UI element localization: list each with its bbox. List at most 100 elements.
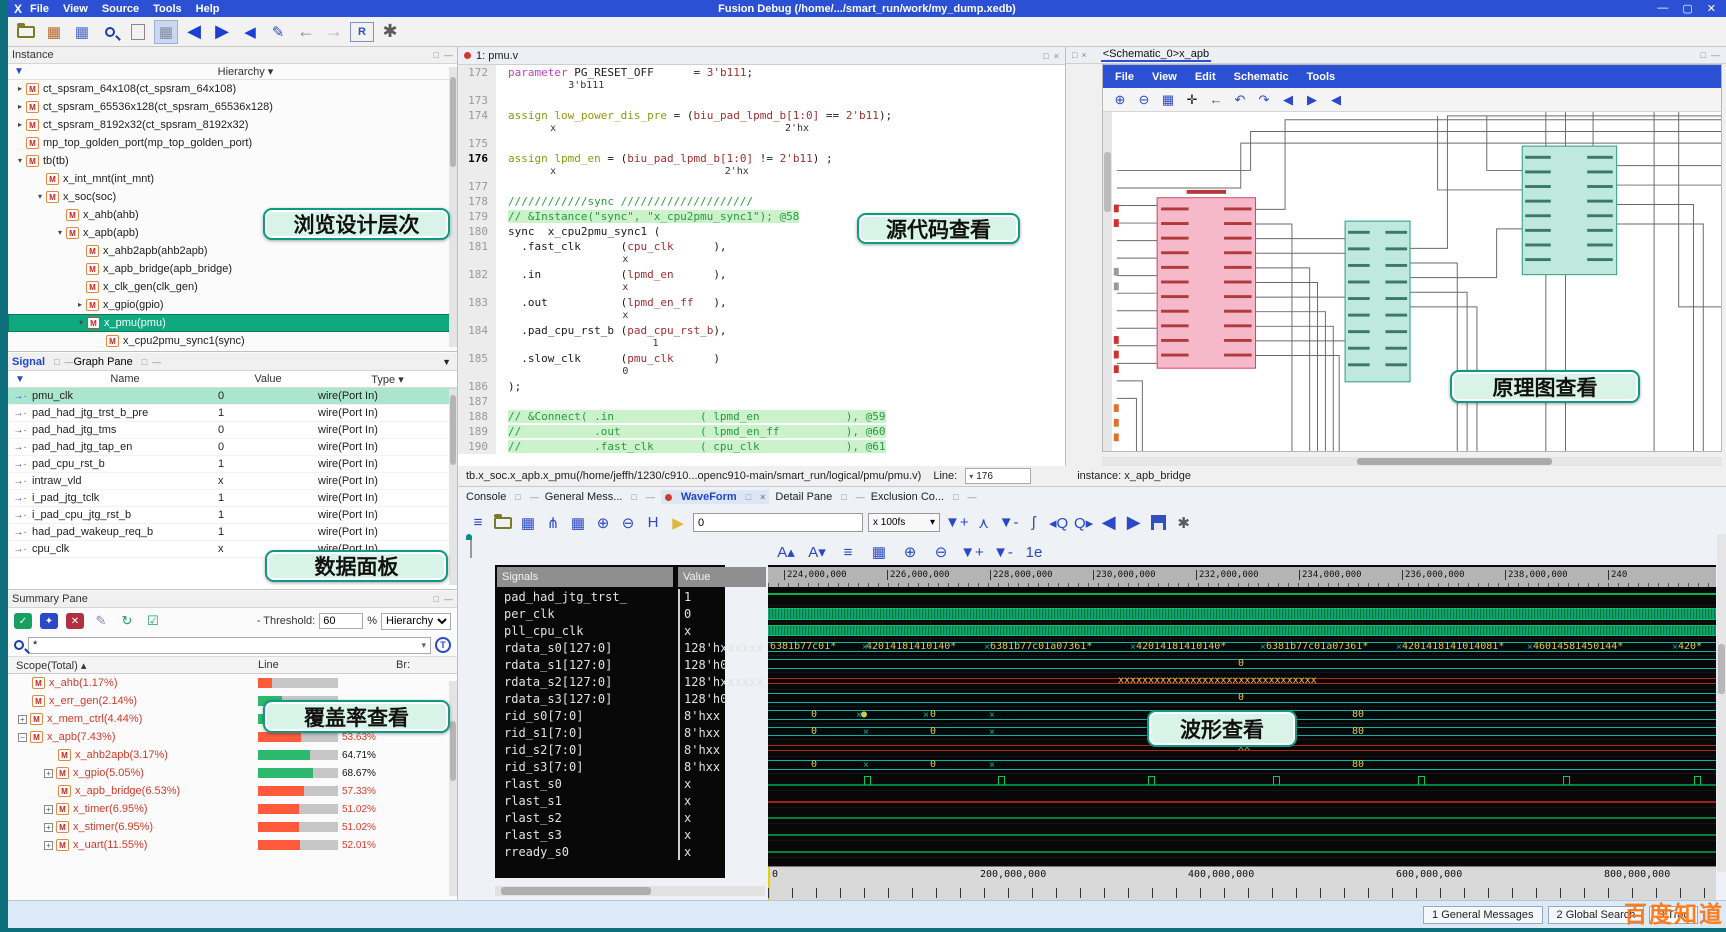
wave-signal-name-rdata_s2[127:0][interactable]: rdata_s2[127:0]: [500, 674, 672, 691]
menu-tools[interactable]: Tools: [153, 3, 182, 15]
popout-icon[interactable]: □: [434, 50, 439, 60]
open-folder-icon[interactable]: [493, 513, 513, 533]
wave-trace-rlast_s1[interactable]: [768, 791, 1716, 808]
cursor-icon[interactable]: ▶: [668, 513, 688, 533]
signal-row-pad_had_jtg_tap_en[interactable]: →· pad_had_jtg_tap_en 0 wire(Port In): [8, 439, 457, 456]
tree-row-ct_spsram_8192x32[interactable]: ▸ Mct_spsram_8192x32(ct_spsram_8192x32): [8, 116, 457, 134]
filter-icon[interactable]: ▼: [8, 374, 32, 385]
search-next-icon[interactable]: Q▸: [1074, 513, 1094, 533]
collapse-icon[interactable]: ▼: [442, 357, 451, 367]
tree-row-x_gpio[interactable]: ▸ Mx_gpio(gpio): [8, 296, 457, 314]
coverage-search-input[interactable]: * ▾: [28, 636, 431, 654]
trace-driver-icon[interactable]: ◀: [1279, 91, 1297, 109]
tree-row-x_ahb2apb[interactable]: Mx_ahb2apb(ahb2apb): [8, 242, 457, 260]
brush-icon[interactable]: ✎: [92, 613, 110, 629]
wave-signal-name-rid_s1[7:0][interactable]: rid_s1[7:0]: [500, 725, 672, 742]
zoom-fit-icon[interactable]: H: [643, 513, 663, 533]
hierarchy-icon[interactable]: ⋔: [543, 513, 563, 533]
signal-row-intraw_vld[interactable]: →· intraw_vld x wire(Port In): [8, 473, 457, 490]
schematic-menu-tools[interactable]: Tools: [1307, 71, 1336, 83]
menu-icon[interactable]: ≡: [468, 513, 488, 533]
popout-icon[interactable]: □: [841, 492, 846, 502]
minimize-panel-icon[interactable]: —: [530, 492, 539, 502]
wave-signal-name-rready_s0[interactable]: rready_s0: [500, 843, 672, 860]
expand-icon[interactable]: +: [18, 714, 27, 724]
ratio-icon[interactable]: ▦: [518, 513, 538, 533]
trace-back-icon[interactable]: ◀: [1327, 91, 1345, 109]
line-column-header[interactable]: Line: [258, 659, 396, 671]
popout-icon[interactable]: □: [1701, 50, 1706, 60]
tab-exclusion-co-[interactable]: Exclusion Co... □ —: [871, 491, 977, 503]
expand-icon[interactable]: +: [44, 804, 53, 814]
menu-icon[interactable]: ≡: [836, 540, 860, 564]
name-column-header[interactable]: Name: [32, 373, 218, 385]
zoom-in-icon[interactable]: ⊕: [593, 513, 613, 533]
nav-forward-icon[interactable]: →: [322, 20, 346, 44]
expander-icon[interactable]: ▸: [14, 116, 26, 134]
close-tab-icon[interactable]: ×: [1054, 51, 1059, 61]
tab-console[interactable]: Console □ —: [466, 491, 539, 503]
tab-graph-pane[interactable]: Graph Pane: [73, 356, 132, 368]
menu-source[interactable]: Source: [102, 3, 139, 15]
threshold-input[interactable]: [319, 613, 364, 629]
wave-signal-name-rlast_s0[interactable]: rlast_s0: [500, 775, 672, 792]
coverage-row-x_stimer[interactable]: + Mx_stimer(6.95%) 51.02%: [8, 818, 457, 836]
zoom-fit-icon[interactable]: ▦: [1159, 91, 1177, 109]
coverage-row-x_apb_bridge[interactable]: Mx_apb_bridge(6.53%) 57.33%: [8, 782, 457, 800]
line-number-combo[interactable]: ▾ 176: [965, 468, 1032, 484]
settings-gear-icon[interactable]: ✱: [1174, 513, 1194, 533]
exp-icon[interactable]: 1e: [1022, 540, 1046, 564]
expander-icon[interactable]: ▸: [14, 98, 26, 116]
signal-scrollbar[interactable]: [449, 389, 457, 585]
font-smaller-icon[interactable]: A▾: [805, 540, 829, 564]
collapse-icon[interactable]: –: [18, 732, 27, 742]
schematic-hscrollbar[interactable]: [1102, 457, 1722, 466]
signal-row-pad_had_jtg_tms[interactable]: →· pad_had_jtg_tms 0 wire(Port In): [8, 422, 457, 439]
tree-row-ct_spsram_65536x128[interactable]: ▸ Mct_spsram_65536x128(ct_spsram_65536x12…: [8, 98, 457, 116]
expander-icon[interactable]: ▾: [54, 224, 66, 242]
popout-icon[interactable]: □: [746, 492, 751, 502]
wave-trace-rlast_s2[interactable]: [768, 808, 1716, 825]
zoom-out-icon[interactable]: ⊖: [618, 513, 638, 533]
expander-icon[interactable]: ▾: [34, 188, 46, 206]
signal-row-i_pad_cpu_jtg_rst_b[interactable]: →· i_pad_cpu_jtg_rst_b 1 wire(Port In): [8, 507, 457, 524]
edit-check-icon[interactable]: ☑: [144, 613, 162, 629]
schematic-menu-file[interactable]: File: [1115, 71, 1134, 83]
wave-signal-name-rlast_s1[interactable]: rlast_s1: [500, 792, 672, 809]
minimize-panel-icon[interactable]: —: [1711, 50, 1720, 60]
wave-trace-pad_had_jtg_trst_[interactable]: [768, 589, 1716, 606]
zoom-out-icon[interactable]: ⊖: [1135, 91, 1153, 109]
waveform-vscrollbar[interactable]: [1717, 534, 1726, 872]
trace-driver-icon[interactable]: ◀: [1099, 512, 1119, 533]
search-icon[interactable]: [98, 20, 122, 44]
trace-load-icon[interactable]: ▶: [1303, 91, 1321, 109]
trace-back-icon[interactable]: ◀: [238, 20, 262, 44]
nav-back-icon[interactable]: ←: [294, 20, 318, 44]
expand-icon[interactable]: +: [44, 768, 53, 778]
trace-load-icon[interactable]: ▶: [210, 20, 234, 44]
wave-signal-name-pll_cpu_clk[interactable]: pll_cpu_clk: [500, 623, 672, 640]
filter-add-icon[interactable]: ▼+: [945, 513, 969, 533]
text-filter-icon[interactable]: T: [435, 637, 451, 653]
signals-column-header[interactable]: Signals: [497, 567, 673, 587]
minimize-panel-icon[interactable]: —: [968, 492, 977, 502]
type-column-header[interactable]: Type ▾: [318, 373, 457, 386]
wave-signal-name-rid_s3[7:0][interactable]: rid_s3[7:0]: [500, 758, 672, 775]
tree-row-mp_top_golden_port[interactable]: Mmp_top_golden_port(mp_top_golden_port): [8, 134, 457, 152]
signal-row-had_pad_wakeup_req_b[interactable]: →· had_pad_wakeup_req_b 1 wire(Port In): [8, 524, 457, 541]
value-column-header[interactable]: Value: [678, 567, 766, 587]
popout-icon[interactable]: □: [1072, 50, 1077, 60]
db-open-icon[interactable]: ✦: [40, 613, 58, 629]
back-icon[interactable]: ←: [1207, 91, 1225, 109]
refresh-icon[interactable]: ↻: [118, 613, 136, 629]
wave-signal-name-rlast_s3[interactable]: rlast_s3: [500, 826, 672, 843]
expander-icon[interactable]: ▾: [75, 314, 87, 332]
active-view-icon[interactable]: ▦: [154, 19, 178, 44]
filter-icon[interactable]: ▼: [14, 66, 24, 77]
undo-icon[interactable]: ↶: [1231, 91, 1249, 109]
minimize-panel-icon[interactable]: —: [444, 594, 453, 604]
filter-add-icon[interactable]: ▼+: [960, 540, 984, 564]
schedule-window-icon[interactable]: ▦: [70, 20, 94, 44]
tree-row-x_clk_gen[interactable]: Mx_clk_gen(clk_gen): [8, 278, 457, 296]
settings-gear-icon[interactable]: ✱: [378, 20, 402, 44]
